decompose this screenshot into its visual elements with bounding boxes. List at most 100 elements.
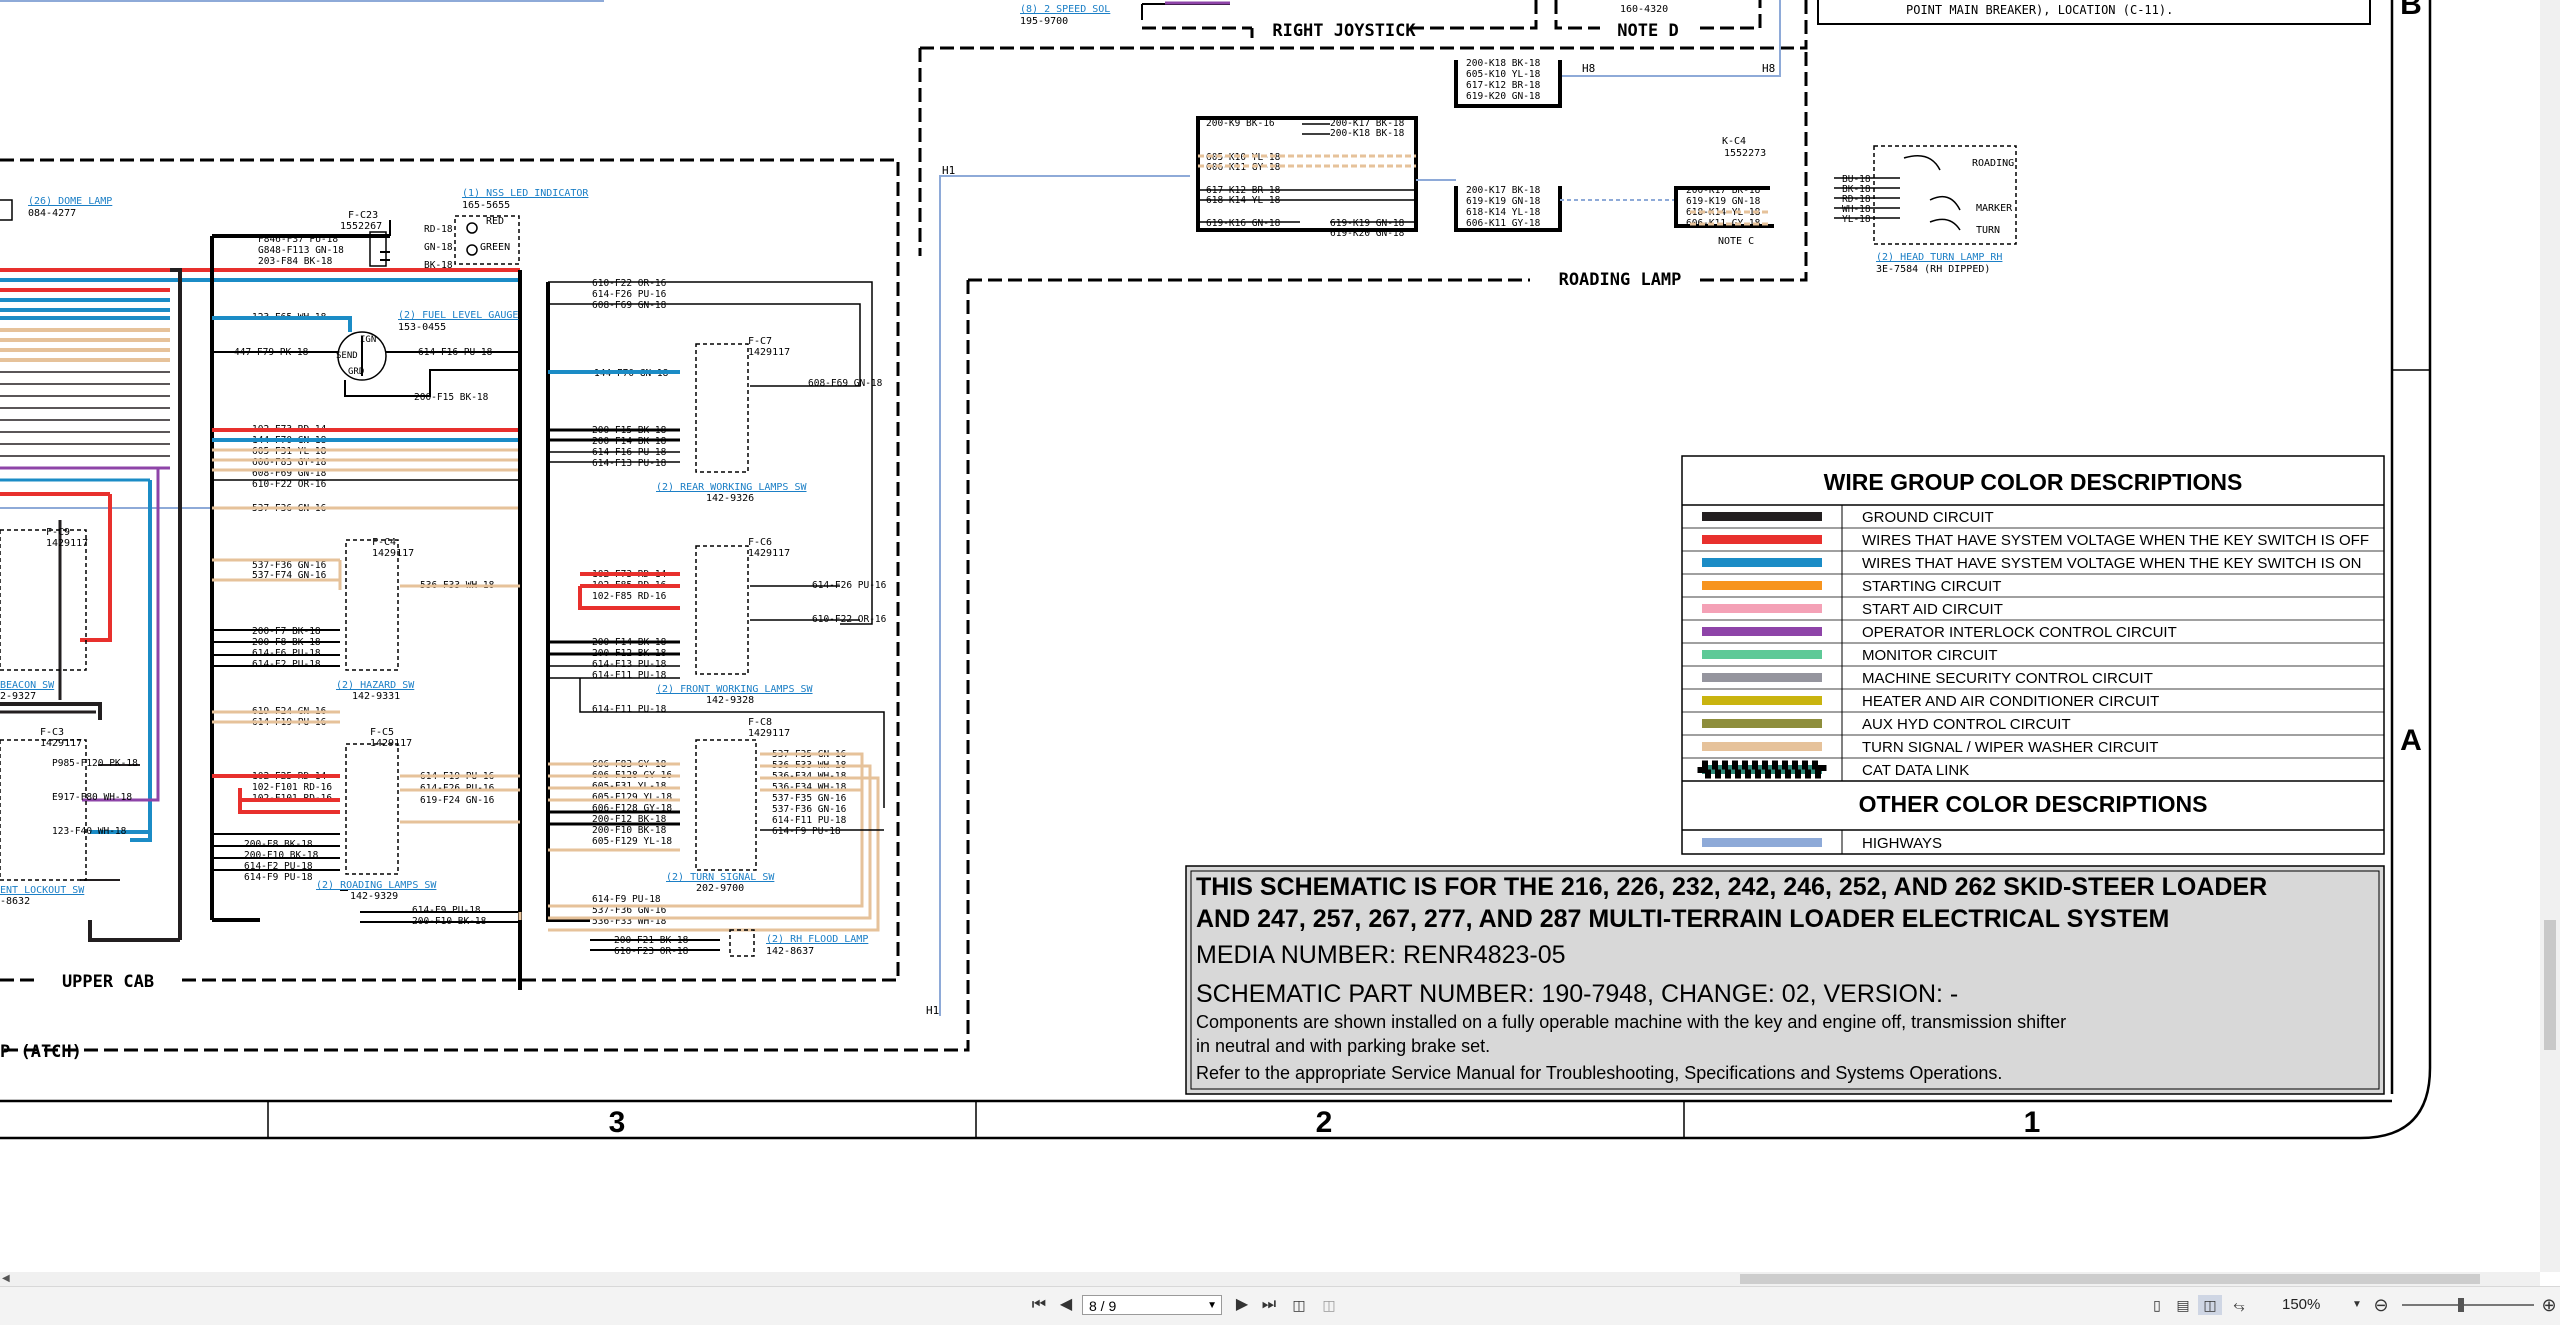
wire-label: 608-F69 GN-18 bbox=[592, 300, 667, 311]
wire-label: 200-K17 BK-18 bbox=[1466, 185, 1541, 196]
speed-sol-link[interactable]: (8) 2 SPEED SOL bbox=[1020, 4, 1110, 15]
led-red-label: RED bbox=[486, 216, 504, 227]
vertical-scroll-thumb[interactable] bbox=[2544, 920, 2556, 1050]
nss-led-link[interactable]: (1) NSS LED INDICATOR bbox=[462, 188, 589, 199]
grid-col-1: 1 bbox=[2024, 1106, 2041, 1139]
legend-swatch bbox=[1702, 581, 1822, 590]
lamp-roading: ROADING bbox=[1972, 158, 2014, 169]
connector-fc8: F-C8 bbox=[748, 717, 772, 728]
note-d-label: NOTE D bbox=[1617, 21, 1678, 41]
connector-fc7: F-C7 bbox=[748, 336, 772, 347]
flood-lamp-part: 142-8637 bbox=[766, 946, 814, 957]
connector-fc9: F-C9 bbox=[46, 527, 70, 538]
page-number-field[interactable]: 8 / 9 ▼ bbox=[1082, 1295, 1222, 1315]
turn-signal-switch-link[interactable]: (2) TURN SIGNAL SW bbox=[666, 872, 775, 883]
horizontal-scroll-thumb[interactable] bbox=[1740, 1274, 2480, 1284]
legend-label: TURN SIGNAL / WIPER WASHER CIRCUIT bbox=[1862, 739, 2158, 756]
wire-label: 614-F26 PU-16 bbox=[592, 289, 667, 300]
connector-fc7-part: 1429117 bbox=[748, 347, 790, 358]
rotate-view-icon[interactable]: ⥃ bbox=[2228, 1295, 2250, 1315]
fuel-gauge-part: 153-0455 bbox=[398, 322, 446, 333]
legend-swatch bbox=[1702, 742, 1822, 751]
continuous-view-icon[interactable]: ▤ bbox=[2172, 1295, 2194, 1315]
legend-swatch bbox=[1702, 673, 1822, 682]
legend-label: AUX HYD CONTROL CIRCUIT bbox=[1862, 716, 2071, 733]
wire-label: 614-F6 PU-18 bbox=[252, 648, 321, 659]
lamp-turn: TURN bbox=[1976, 225, 2000, 236]
lockout-switch-link[interactable]: ENT LOCKOUT SW bbox=[0, 885, 85, 896]
zoom-level[interactable]: 150% bbox=[2282, 1295, 2342, 1315]
zoom-slider-thumb[interactable] bbox=[2458, 1298, 2464, 1312]
first-page-icon[interactable]: ⏮ bbox=[1028, 1295, 1050, 1315]
lockout-switch-part: -8632 bbox=[0, 896, 30, 907]
scroll-left-arrow-icon[interactable]: ◀ bbox=[2, 1274, 12, 1284]
schematic-part-number: SCHEMATIC PART NUMBER: 190-7948, CHANGE:… bbox=[1196, 980, 1958, 1008]
schematic-drawing: 3 2 1 B A (8) 2 SPEED SOL 195-9700 RIGHT… bbox=[0, 0, 2432, 1140]
beacon-switch-link[interactable]: BEACON SW bbox=[0, 680, 55, 691]
horizontal-scrollbar[interactable]: ◀ bbox=[0, 1272, 2540, 1286]
wire-label: YL-18 bbox=[1842, 214, 1871, 225]
two-page-view-icon[interactable]: ◫ bbox=[2198, 1295, 2222, 1315]
hazard-switch-link[interactable]: (2) HAZARD SW bbox=[336, 680, 415, 691]
wire-label: 614-F9 PU-18 bbox=[592, 894, 661, 905]
document-viewport[interactable]: 3 2 1 B A (8) 2 SPEED SOL 195-9700 RIGHT… bbox=[0, 0, 2540, 1272]
legend-swatch bbox=[1702, 604, 1822, 613]
connector-fc5-part: 1429117 bbox=[370, 738, 412, 749]
wire-label: 102-F85 RD-16 bbox=[592, 591, 667, 602]
dome-lamp-link[interactable]: (26) DOME LAMP bbox=[28, 196, 112, 207]
title-note-3: Refer to the appropriate Service Manual … bbox=[1196, 1063, 2002, 1083]
wire-label: E917-F80 WH-18 bbox=[52, 792, 132, 803]
rear-lamps-switch-part: 142-9326 bbox=[706, 493, 754, 504]
legend-label: HIGHWAYS bbox=[1862, 835, 1942, 852]
legend-label: OPERATOR INTERLOCK CONTROL CIRCUIT bbox=[1862, 624, 2177, 641]
legend-label: STARTING CIRCUIT bbox=[1862, 578, 2001, 595]
single-page-view-icon[interactable]: ▯ bbox=[2146, 1295, 2168, 1315]
head-turn-lamp-link[interactable]: (2) HEAD TURN LAMP RH bbox=[1876, 252, 2002, 263]
legend-swatch bbox=[1702, 838, 1822, 847]
title-note-1: Components are shown installed on a full… bbox=[1196, 1012, 2066, 1032]
chevron-down-icon[interactable]: ▼ bbox=[1207, 1296, 1217, 1316]
roading-lamp-label: ROADING LAMP bbox=[1559, 270, 1682, 290]
zoom-out-icon[interactable]: ⊖ bbox=[2370, 1295, 2392, 1315]
zoom-dropdown-chevron-icon[interactable]: ▼ bbox=[2350, 1295, 2364, 1315]
rear-lamps-switch-link[interactable]: (2) REAR WORKING LAMPS SW bbox=[656, 482, 807, 493]
last-page-icon[interactable]: ⏭ bbox=[1258, 1295, 1280, 1315]
wire-label: 200-F8 BK-18 bbox=[244, 839, 313, 850]
fit-page-icon[interactable]: ◫ bbox=[1288, 1295, 1310, 1315]
title-block: THIS SCHEMATIC IS FOR THE 216, 226, 232,… bbox=[1185, 865, 2385, 1095]
wire-label: 614-F13 PU-18 bbox=[592, 659, 667, 670]
right-joystick-label: RIGHT JOYSTICK bbox=[1272, 21, 1416, 41]
connector-fc6: F-C6 bbox=[748, 537, 772, 548]
nss-led-part: 165-5655 bbox=[462, 200, 510, 211]
vertical-scrollbar[interactable] bbox=[2540, 0, 2560, 1272]
front-lamps-switch-part: 142-9328 bbox=[706, 695, 754, 706]
wire-label: 537-F36 GN-16 bbox=[772, 804, 847, 815]
legend-title: WIRE GROUP COLOR DESCRIPTIONS bbox=[1824, 469, 2243, 495]
front-lamps-switch-link[interactable]: (2) FRONT WORKING LAMPS SW bbox=[656, 684, 814, 695]
wire-color-legend: WIRE GROUP COLOR DESCRIPTIONS GROUND CIR… bbox=[1681, 455, 2385, 855]
connector-fc9-part: 1429117 bbox=[46, 538, 88, 549]
wire-label: 200-F15 BK-18 bbox=[414, 392, 489, 403]
legend-other-title: OTHER COLOR DESCRIPTIONS bbox=[1859, 791, 2208, 817]
wire-label: G848-F113 GN-18 bbox=[258, 245, 344, 256]
wire-label: 606-K11 GY-18 bbox=[1466, 218, 1541, 229]
speed-sol-part: 195-9700 bbox=[1020, 16, 1068, 27]
fit-width-icon[interactable]: ◫ bbox=[1318, 1295, 1340, 1315]
roading-switch-link[interactable]: (2) ROADING LAMPS SW bbox=[316, 880, 437, 891]
wire-label: 614-F9 PU-18 bbox=[244, 872, 313, 883]
legend-label: HEATER AND AIR CONDITIONER CIRCUIT bbox=[1862, 693, 2159, 710]
grid-row-a: A bbox=[2400, 724, 2422, 757]
wire-label: 203-F84 BK-18 bbox=[258, 256, 333, 267]
zoom-slider[interactable] bbox=[2398, 1297, 2538, 1313]
prev-page-icon[interactable]: ◀ bbox=[1056, 1295, 1076, 1315]
wire-label: RD-18 bbox=[424, 224, 453, 235]
fuel-gauge-link[interactable]: (2) FUEL LEVEL GAUGE bbox=[398, 310, 518, 321]
wire-label: 610-F23 OR-18 bbox=[614, 946, 689, 957]
legend-label: WIRES THAT HAVE SYSTEM VOLTAGE WHEN THE … bbox=[1862, 555, 2362, 572]
zoom-in-icon[interactable]: ⊕ bbox=[2540, 1295, 2558, 1315]
wire-label: 614-F11 PU-18 bbox=[592, 704, 667, 715]
wire-label: 102-F101 RD-16 bbox=[252, 782, 332, 793]
next-page-icon[interactable]: ▶ bbox=[1232, 1295, 1252, 1315]
flood-lamp-link[interactable]: (2) RH FLOOD LAMP bbox=[766, 934, 868, 945]
upper-cab-label: UPPER CAB bbox=[62, 972, 154, 992]
